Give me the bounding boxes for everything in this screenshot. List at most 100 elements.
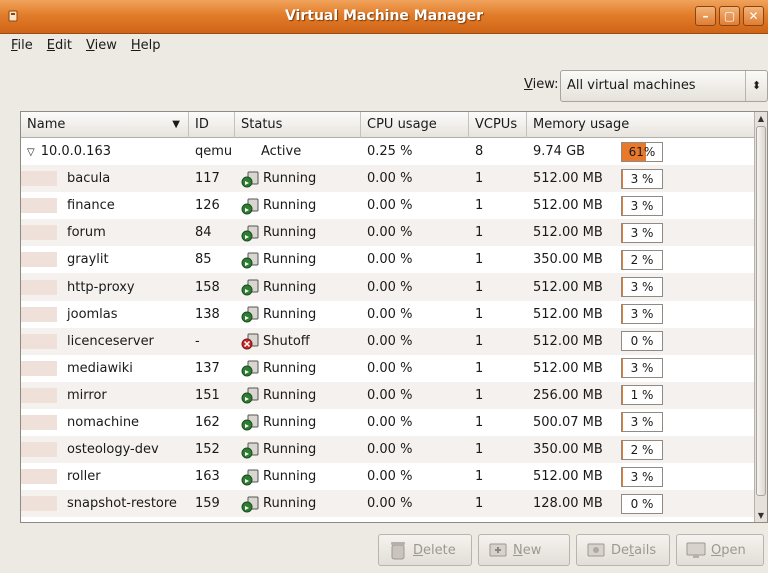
vm-cpu: 0.00 % [367, 333, 413, 349]
vm-id: 84 [195, 225, 212, 241]
menu-file[interactable]: File [4, 34, 40, 60]
vm-cpu: 0.00 % [367, 306, 413, 322]
triangle-down-icon[interactable]: ▽ [27, 147, 35, 158]
minimize-button[interactable]: – [695, 6, 716, 26]
column-header-vcpus[interactable]: VCPUs [469, 112, 527, 138]
cpu-sparkline [423, 202, 465, 213]
vm-memory: 512.00 MB [533, 171, 603, 187]
table-row[interactable]: joomlas 138 Running 0.00 % 1 512.00 MB 3… [21, 301, 755, 328]
view-filter-row: View: All virtual machines ⬍ [0, 66, 768, 104]
trash-icon [391, 542, 405, 560]
vm-vcpus: 1 [475, 496, 484, 512]
running-status-icon [241, 359, 259, 377]
close-button[interactable]: ✕ [743, 6, 764, 26]
vm-vcpus: 1 [475, 225, 484, 241]
cpu-sparkline [423, 284, 465, 295]
column-header-status[interactable]: Status [235, 112, 361, 138]
table-row[interactable]: http-proxy 158 Running 0.00 % 1 512.00 M… [21, 273, 755, 301]
vm-name: joomlas [67, 306, 118, 322]
vm-status: Running [263, 171, 317, 187]
vm-name: graylit [67, 252, 109, 268]
vm-memory: 350.00 MB [533, 252, 603, 268]
vm-cpu: 0.00 % [367, 279, 413, 295]
view-select[interactable]: All virtual machines ⬍ [560, 70, 768, 102]
memory-usage-bar: 3 % [621, 222, 663, 243]
new-button[interactable]: New [478, 534, 570, 566]
vm-list[interactable]: Name ▼ ID Status CPU usage VCPUs Memory u… [20, 111, 768, 523]
running-status-icon [241, 413, 259, 431]
table-row[interactable]: nomachine 162 Running 0.00 % 1 500.07 MB… [21, 409, 755, 436]
vm-memory: 512.00 MB [533, 469, 603, 485]
vm-memory: 512.00 MB [533, 306, 603, 322]
cpu-sparkline [423, 148, 465, 159]
table-row[interactable]: mediawiki 137 Running 0.00 % 1 512.00 MB… [21, 355, 755, 382]
table-row[interactable]: mirror 151 Running 0.00 % 1 256.00 MB 1 … [21, 381, 755, 409]
vm-status: Running [263, 496, 317, 512]
vm-status: Shutoff [263, 333, 310, 349]
running-status-icon [241, 224, 259, 242]
vm-vcpus: 1 [475, 333, 484, 349]
column-header-cpu[interactable]: CPU usage [361, 112, 469, 138]
vm-cpu: 0.00 % [367, 171, 413, 187]
window-title: Virtual Machine Manager [284, 8, 484, 24]
column-header-id[interactable]: ID [189, 112, 235, 138]
table-row[interactable]: osteology-dev 152 Running 0.00 % 1 350.0… [21, 436, 755, 464]
column-header-name[interactable]: Name ▼ [21, 112, 189, 138]
scroll-down-icon[interactable]: ▼ [755, 509, 767, 522]
scroll-thumb[interactable] [756, 126, 766, 496]
cpu-sparkline [423, 311, 465, 322]
vm-status: Running [263, 469, 317, 485]
table-row[interactable]: roller 163 Running 0.00 % 1 512.00 MB 3 … [21, 463, 755, 490]
open-button[interactable]: Open [676, 534, 764, 566]
table-row[interactable]: bacula 117 Running 0.00 % 1 512.00 MB 3 … [21, 165, 755, 193]
table-row[interactable]: graylit 85 Running 0.00 % 1 350.00 MB 2 … [21, 246, 755, 273]
column-header-memory[interactable]: Memory usage [527, 112, 755, 138]
vm-vcpus: 1 [475, 306, 484, 322]
maximize-button[interactable]: ▢ [719, 6, 740, 26]
vm-id: 162 [195, 414, 220, 430]
table-row[interactable]: licenceserver - Shutoff 0.00 % 1 512.00 … [21, 327, 755, 355]
vm-vcpus: 1 [475, 360, 484, 376]
shutoff-status-icon [241, 332, 259, 350]
vm-name: mirror [67, 387, 107, 403]
vertical-scrollbar[interactable]: ▲ ▼ [754, 112, 767, 522]
view-label: View: [524, 77, 559, 92]
vm-status: Running [263, 279, 317, 295]
vm-memory: 500.07 MB [533, 414, 603, 430]
updown-arrow-icon: ⬍ [745, 71, 767, 101]
menu-help[interactable]: Help [124, 34, 168, 60]
delete-button[interactable]: Delete [378, 534, 472, 566]
cpu-sparkline [423, 500, 465, 511]
details-button[interactable]: Details [576, 534, 670, 566]
new-vm-icon [489, 543, 507, 557]
vm-name: licenceserver [67, 333, 154, 349]
vm-name: http-proxy [67, 279, 135, 295]
menu-edit[interactable]: Edit [40, 34, 79, 60]
memory-usage-bar: 3 % [621, 195, 663, 216]
sort-descending-icon: ▼ [172, 119, 180, 130]
vm-memory: 512.00 MB [533, 333, 603, 349]
memory-usage-bar: 0 % [621, 493, 663, 514]
menu-view[interactable]: View [79, 34, 124, 60]
running-status-icon [241, 441, 259, 459]
vm-memory: 256.00 MB [533, 387, 603, 403]
host-vcpus: 8 [475, 144, 484, 160]
cpu-sparkline [423, 473, 465, 484]
table-row-host[interactable]: ▽ 10.0.0.163 qemu Active 0.25 % 8 9.74 GB… [21, 138, 755, 165]
memory-usage-bar: 3 % [621, 412, 663, 433]
vm-memory: 512.00 MB [533, 360, 603, 376]
table-row[interactable]: forum 84 Running 0.00 % 1 512.00 MB 3 % [21, 219, 755, 247]
vm-id: 126 [195, 198, 220, 214]
vm-vcpus: 1 [475, 198, 484, 214]
table-header: Name ▼ ID Status CPU usage VCPUs Memory u… [21, 112, 755, 138]
table-row[interactable]: finance 126 Running 0.00 % 1 512.00 MB 3… [21, 192, 755, 219]
vm-name: roller [67, 469, 101, 485]
cpu-sparkline [423, 365, 465, 376]
scroll-up-icon[interactable]: ▲ [755, 112, 767, 125]
vm-cpu: 0.00 % [367, 469, 413, 485]
vm-cpu: 0.00 % [367, 442, 413, 458]
host-cpu: 0.25 % [367, 144, 413, 160]
table-row[interactable]: snapshot-restore 159 Running 0.00 % 1 12… [21, 490, 755, 518]
vm-name: finance [67, 198, 115, 214]
vm-name: mediawiki [67, 360, 133, 376]
